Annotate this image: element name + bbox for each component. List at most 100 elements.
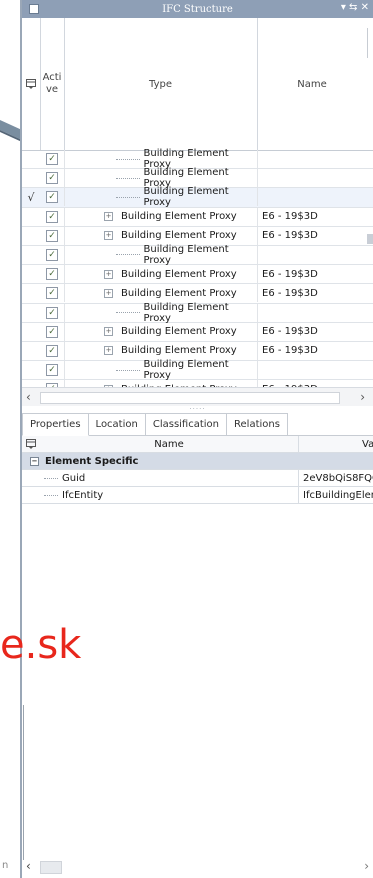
tab-properties[interactable]: Properties (22, 413, 89, 436)
tree-connector (116, 158, 140, 160)
scroll-thumb[interactable] (40, 861, 62, 874)
type-cell: Building Element Proxy (64, 148, 258, 170)
active-checkbox[interactable]: ✓ (46, 325, 58, 338)
active-cell: ✓ (40, 341, 65, 360)
tree-row[interactable]: √ ✓ Building Element Proxy (22, 186, 373, 209)
active-checkbox[interactable]: ✓ (46, 191, 58, 204)
active-checkbox[interactable]: ✓ (46, 268, 58, 281)
active-checkbox[interactable]: ✓ (46, 248, 58, 261)
tree-connector (44, 477, 58, 479)
vertical-scroll-thumb[interactable] (367, 234, 373, 244)
column-header-type[interactable]: Type (64, 18, 258, 150)
active-checkbox[interactable]: ✓ (46, 287, 58, 300)
name-cell (258, 150, 362, 168)
type-cell: + Building Element Proxy (64, 207, 258, 226)
type-cell: Building Element Proxy (64, 167, 258, 189)
vertical-scrollbar[interactable] (367, 150, 373, 380)
beam-fragment (0, 120, 22, 142)
category-row[interactable]: − Element Specific (22, 453, 373, 470)
type-cell: + Building Element Proxy (64, 226, 258, 245)
properties-header-row: Name Val (22, 436, 373, 453)
property-value[interactable]: 2eV8bQiS8FQG (299, 470, 373, 486)
horizontal-scroll-thumb[interactable] (40, 392, 340, 404)
type-cell: + Building Element Proxy (64, 322, 258, 341)
active-checkbox[interactable]: ✓ (46, 306, 58, 319)
property-name-cell: Guid (22, 470, 299, 486)
name-cell: E6 - 19$3D (262, 326, 318, 338)
bottom-scroll-bar[interactable]: n ‹ › (0, 856, 373, 878)
column-header-property-value[interactable]: Val (299, 436, 373, 452)
tree-row[interactable]: ✓ Building Element Proxy (22, 301, 373, 324)
row-indicator: √ (27, 190, 35, 204)
type-label: Building Element Proxy (143, 186, 229, 209)
property-name-cell: IfcEntity (22, 487, 299, 503)
tree-connector (116, 177, 140, 179)
active-cell: ✓ (40, 284, 65, 303)
expand-icon[interactable]: + (104, 346, 113, 356)
tab-classification[interactable]: Classification (144, 413, 228, 435)
type-label: Building Element Proxy (143, 301, 229, 324)
lower-pane-border (23, 705, 24, 860)
type-cell: Building Element Proxy (64, 301, 258, 324)
scroll-right-icon[interactable]: › (360, 390, 365, 404)
row-indicator (22, 150, 40, 168)
name-cell: E6 - 19$3D (262, 230, 318, 242)
name-cell (258, 361, 362, 379)
watermark-text: e.sk (0, 622, 82, 668)
active-checkbox[interactable]: ✓ (46, 364, 58, 377)
tree-connector (116, 312, 140, 313)
structure-rows: ✓ Building Element Proxy ✓ Building Element… (22, 148, 373, 400)
active-checkbox[interactable]: ✓ (46, 172, 58, 185)
active-checkbox[interactable]: ✓ (46, 153, 58, 165)
category-label: Element Specific (45, 455, 139, 467)
column-chooser-icon[interactable] (22, 436, 40, 452)
expand-icon[interactable]: + (104, 231, 113, 241)
scroll-right-icon[interactable]: › (364, 859, 369, 873)
row-indicator (22, 227, 40, 245)
tree-row[interactable]: ✓ + Building Element Proxy E6 - 19$3D (22, 265, 373, 285)
tree-row[interactable]: ✓ Building Element Proxy (22, 359, 373, 382)
active-cell: ✓ (40, 150, 65, 168)
row-indicator (22, 208, 40, 226)
active-checkbox[interactable]: ✓ (46, 229, 58, 242)
expand-icon[interactable]: + (104, 212, 113, 222)
collapse-icon[interactable]: − (30, 456, 39, 466)
expand-icon[interactable]: + (104, 327, 113, 337)
scroll-left-icon[interactable]: ‹ (26, 390, 31, 404)
active-cell: ✓ (40, 265, 65, 284)
column-header-name[interactable]: Name (258, 18, 366, 150)
splitter-grip: ····· (189, 404, 206, 413)
tree-row[interactable]: ✓ Building Element Proxy (22, 244, 373, 266)
active-checkbox[interactable]: ✓ (46, 210, 58, 223)
property-row[interactable]: IfcEntity IfcBuildingElem (22, 487, 373, 504)
truncated-label: n (2, 860, 9, 871)
tree-connector (44, 494, 58, 496)
tree-row[interactable]: ✓ + Building Element Proxy E6 - 19$3D (22, 322, 373, 342)
active-cell: ✓ (40, 226, 65, 245)
column-header-active[interactable]: Acti ve (40, 18, 65, 150)
panel-controls[interactable]: ▾ ⇆ ✕ (341, 2, 369, 13)
row-indicator (22, 304, 40, 322)
type-label: Building Element Proxy (143, 359, 229, 382)
active-checkbox[interactable]: ✓ (46, 344, 58, 357)
tree-connector (116, 369, 140, 371)
row-indicator (22, 284, 40, 302)
type-cell: Building Element Proxy (64, 359, 258, 382)
column-header-property-name[interactable]: Name (40, 436, 299, 452)
row-indicator (22, 361, 40, 379)
tab-relations[interactable]: Relations (226, 413, 288, 435)
scroll-left-icon[interactable]: ‹ (26, 859, 31, 873)
active-cell: ✓ (40, 245, 65, 264)
column-chooser-icon[interactable] (22, 18, 41, 150)
splitter[interactable]: ····· (22, 404, 373, 413)
property-value[interactable]: IfcBuildingElem (299, 487, 373, 503)
type-label: Building Element Proxy (121, 345, 237, 357)
panel-titlebar: IFC Structure ▾ ⇆ ✕ (22, 0, 373, 18)
row-indicator (22, 323, 40, 341)
tree-row[interactable]: ✓ + Building Element Proxy E6 - 19$3D (22, 207, 373, 227)
expand-icon[interactable]: + (104, 269, 113, 279)
tab-location[interactable]: Location (87, 413, 146, 435)
property-row[interactable]: Guid 2eV8bQiS8FQG (22, 470, 373, 487)
expand-icon[interactable]: + (104, 288, 113, 298)
horizontal-scrollbar[interactable]: ‹ › (22, 387, 373, 406)
